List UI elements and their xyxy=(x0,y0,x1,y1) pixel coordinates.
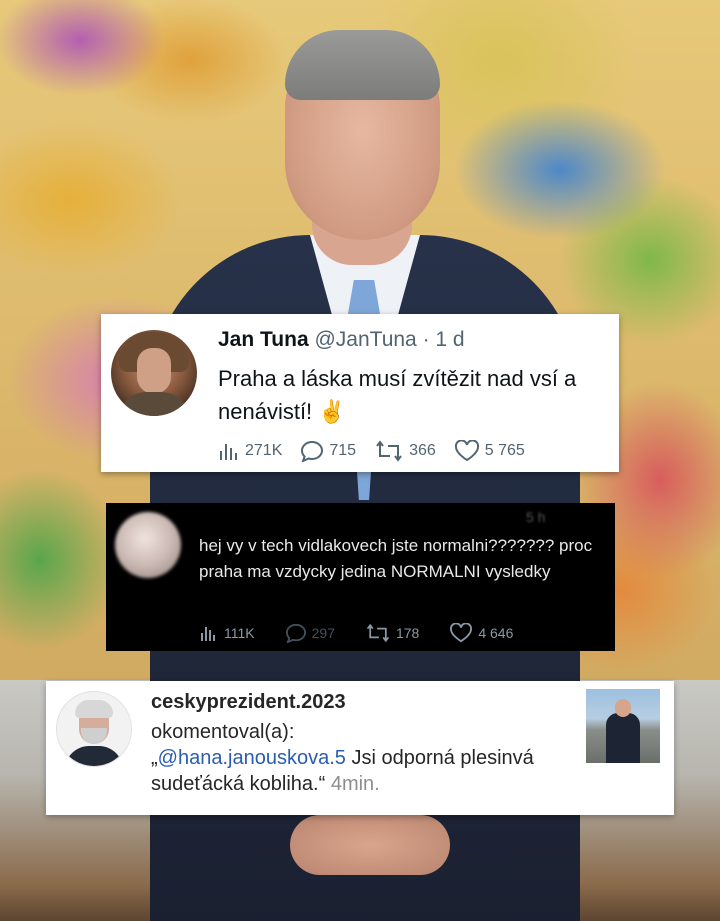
reply-views[interactable]: 111K xyxy=(199,624,255,642)
comment-quote-open: „ xyxy=(151,747,158,769)
person-hands xyxy=(290,815,450,875)
tweet-stats: 271K 715 366 5 765 xyxy=(218,440,543,462)
comment-card[interactable]: ceskyprezident.2023 okomentoval(a): „@ha… xyxy=(46,681,674,815)
tweet-views[interactable]: 271K xyxy=(218,441,282,461)
like-icon xyxy=(450,623,473,643)
reply-reply-count: 297 xyxy=(311,625,335,641)
reply-card[interactable]: 5 h hej vy v tech vidlakovech jste norma… xyxy=(106,503,615,651)
retweet-icon xyxy=(376,440,402,462)
reply-avatar-blurred[interactable] xyxy=(115,512,181,578)
tweet-avatar[interactable] xyxy=(111,330,197,416)
views-icon xyxy=(220,444,237,460)
tweet-author-handle[interactable]: @JanTuna xyxy=(314,328,416,351)
comment-username[interactable]: ceskyprezident.2023 xyxy=(151,691,346,714)
tweet-retweet-count: 366 xyxy=(409,442,436,459)
comment-time: 4min. xyxy=(330,773,380,795)
reply-like-count: 4 646 xyxy=(478,625,514,641)
views-icon xyxy=(201,627,215,641)
reply-text: hej vy v tech vidlakovech jste normalni?… xyxy=(199,536,593,581)
reply-retweet-count: 178 xyxy=(395,625,420,641)
reply-time: 5 h xyxy=(526,509,546,525)
reply-icon xyxy=(285,623,306,643)
reply-retweet-button[interactable]: 178 xyxy=(365,623,419,643)
tweet-reply-count: 715 xyxy=(329,442,357,459)
reply-views-count: 111K xyxy=(224,625,255,641)
tweet-text: Praha a láska musí zvítězit nad vsí a ne… xyxy=(218,366,577,424)
tweet-like-button[interactable]: 5 765 xyxy=(454,440,525,462)
reply-icon xyxy=(301,440,324,462)
comment-body: okomentoval(a): „@hana.janouskova.5 Jsi … xyxy=(151,719,581,797)
tweet-time[interactable]: 1 d xyxy=(435,328,464,351)
reply-reply-button[interactable]: 297 xyxy=(285,623,335,643)
tweet-retweet-button[interactable]: 366 xyxy=(374,440,436,462)
person-hair xyxy=(285,30,440,100)
tweet-separator: · xyxy=(422,328,430,351)
reply-like-button[interactable]: 4 646 xyxy=(449,623,513,643)
tweet-header: Jan Tuna @JanTuna · 1 d xyxy=(218,328,465,352)
comment-avatar[interactable] xyxy=(56,691,132,767)
like-icon xyxy=(454,440,479,462)
tweet-author-name[interactable]: Jan Tuna xyxy=(218,328,309,351)
reply-stats: 111K 297 178 4 646 xyxy=(199,623,543,643)
comment-mention[interactable]: @hana.janouskova.5 xyxy=(158,747,346,769)
tweet-reply-button[interactable]: 715 xyxy=(300,440,356,462)
tweet-card[interactable]: Jan Tuna @JanTuna · 1 d Praha a láska mu… xyxy=(101,314,619,472)
tweet-views-count: 271K xyxy=(245,442,283,459)
retweet-icon xyxy=(366,623,390,643)
tweet-like-count: 5 765 xyxy=(484,442,525,459)
post-thumbnail[interactable] xyxy=(586,689,660,763)
comment-action: okomentoval(a): xyxy=(151,721,295,743)
